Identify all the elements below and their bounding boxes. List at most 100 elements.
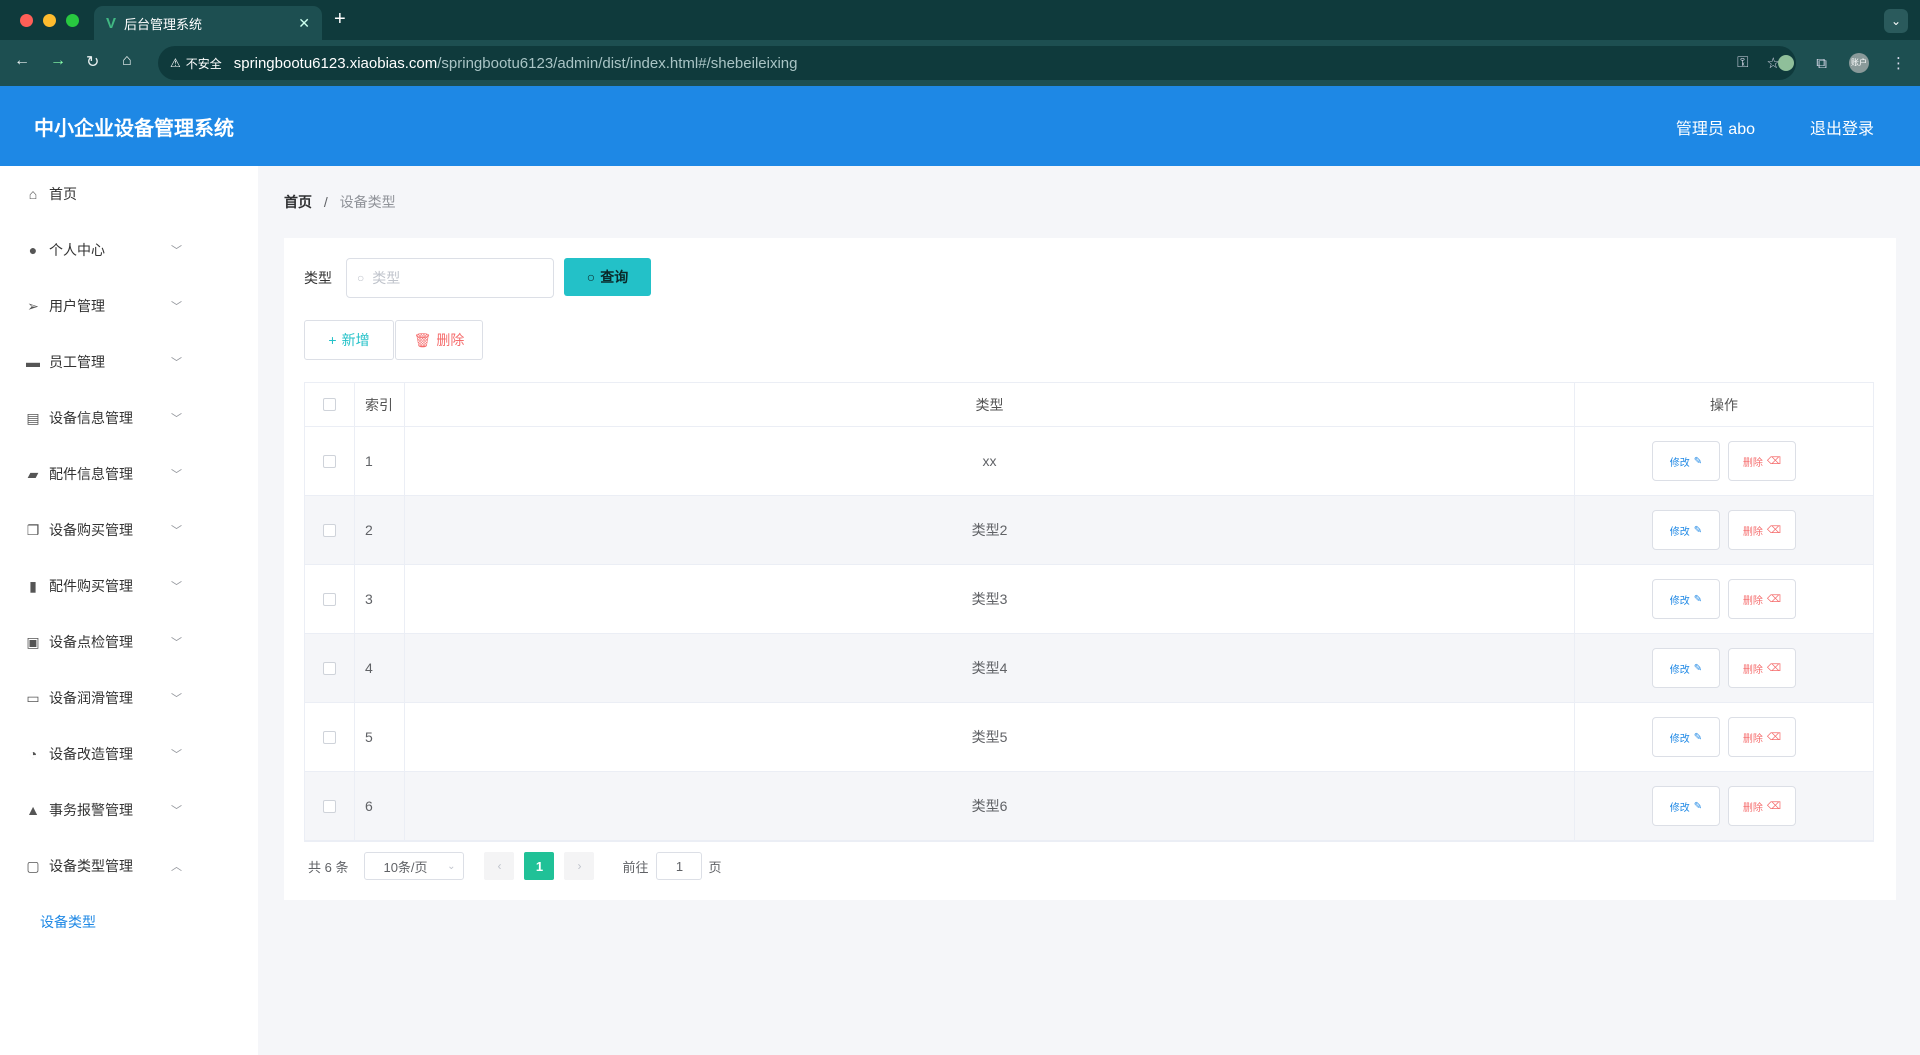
sidebar-item-0[interactable]: ⌂ 首页 [0, 166, 258, 222]
security-indicator[interactable]: ⚠ 不安全 [170, 55, 222, 72]
add-button[interactable]: + 新增 [304, 320, 394, 360]
query-button[interactable]: ○ 查询 [564, 258, 651, 296]
row-checkbox[interactable] [323, 661, 336, 675]
delete-button[interactable]: 删除 ⌫ [1728, 786, 1796, 826]
batch-delete-button[interactable]: 🗑︎ 删除 [395, 320, 483, 360]
chevron-down-icon: ⌄ [447, 860, 456, 872]
chat-icon: ▭ [26, 689, 40, 706]
puzzle-icon[interactable]: ⧉ [1816, 55, 1827, 72]
omnibox-icons: ⚿ ☆ [1737, 54, 1780, 72]
logout-button[interactable]: 退出登录 [1810, 115, 1874, 139]
sidebar-item-5[interactable]: ▰ 配件信息管理 ﹀ [0, 446, 258, 502]
sidebar-item-10[interactable]: ◔ 设备改造管理 ﹀ [0, 726, 258, 782]
page-suffix: 页 [708, 859, 722, 875]
tab-search-icon[interactable]: ⌄ [1884, 9, 1908, 33]
row-checkbox[interactable] [323, 592, 336, 606]
edit-button[interactable]: 修改 ✎ [1652, 717, 1720, 757]
row-checkbox[interactable] [323, 799, 336, 813]
trash-icon: 🗑︎ [413, 331, 432, 348]
sidebar-item-4[interactable]: ▤ 设备信息管理 ﹀ [0, 390, 258, 446]
page-size-select[interactable]: 10条/页 ⌄ [364, 852, 465, 880]
current-page[interactable]: 1 [524, 852, 555, 880]
bar-chart-icon: ▮ [29, 577, 37, 594]
delete-label: 删除 [1742, 664, 1763, 676]
row-check-cell [305, 703, 355, 771]
next-page-button[interactable]: › [564, 852, 595, 880]
delete-button[interactable]: 删除 ⌫ [1728, 717, 1796, 757]
chevron-down-icon: ﹀ [171, 301, 182, 313]
row-type: 类型3 [405, 565, 1575, 633]
delete-label: 删除 [1742, 802, 1763, 814]
delete-button[interactable]: 删除 ⌫ [1728, 441, 1796, 481]
maximize-window-button[interactable] [66, 14, 79, 27]
select-all-cell [305, 383, 355, 426]
delete-button[interactable]: 删除 ⌫ [1728, 579, 1796, 619]
row-index: 4 [355, 634, 405, 702]
edit-button[interactable]: 修改 ✎ [1652, 510, 1720, 550]
sidebar-item-8[interactable]: ▣ 设备点检管理 ﹀ [0, 614, 258, 670]
current-user: 管理员 abo [1675, 121, 1755, 138]
row-type: 类型2 [405, 496, 1575, 564]
home-browser-icon[interactable]: ⌂ [122, 52, 132, 70]
chevron-up-icon: ︿ [171, 861, 182, 873]
edit-icon: ✎ [1693, 593, 1703, 605]
close-window-button[interactable] [20, 14, 33, 27]
profile-avatar[interactable]: 账户 [1849, 53, 1869, 73]
row-checkbox[interactable] [323, 730, 336, 744]
edit-button[interactable]: 修改 ✎ [1652, 648, 1720, 688]
edit-button[interactable]: 修改 ✎ [1652, 786, 1720, 826]
search-label: 类型 [304, 270, 332, 286]
row-checkbox[interactable] [323, 523, 336, 537]
type-search-input[interactable]: ○ 类型 [346, 258, 554, 298]
trash-icon: ⌫ [1766, 593, 1782, 605]
chevron-down-icon: ﹀ [171, 525, 182, 537]
sidebar-subitem-device-type[interactable]: 设备类型 [0, 894, 258, 950]
sidebar-item-6[interactable]: ❐ 设备购买管理 ﹀ [0, 502, 258, 558]
new-tab-button[interactable]: + [334, 8, 346, 31]
sidebar-item-9[interactable]: ▭ 设备润滑管理 ﹀ [0, 670, 258, 726]
person-icon: ▲ [26, 802, 40, 818]
edit-label: 修改 [1669, 802, 1690, 814]
sidebar-item-label: 用户管理 [49, 298, 105, 314]
edit-button[interactable]: 修改 ✎ [1652, 579, 1720, 619]
goto-page-input[interactable]: 1 [656, 852, 703, 880]
browser-tab[interactable]: V 后台管理系统 ✕ [94, 6, 322, 40]
extension-icon[interactable] [1778, 55, 1795, 71]
minimize-window-button[interactable] [43, 14, 56, 27]
kebab-menu-icon[interactable]: ⋮ [1891, 54, 1906, 72]
close-tab-icon[interactable]: ✕ [298, 15, 310, 32]
edit-button[interactable]: 修改 ✎ [1652, 441, 1720, 481]
sidebar-item-label: 配件购买管理 [49, 578, 133, 594]
edit-icon: ✎ [1693, 662, 1703, 674]
extension-icons: ⧉ 账户 ⋮ [1778, 53, 1906, 73]
row-checkbox[interactable] [323, 454, 336, 468]
delete-button[interactable]: 删除 ⌫ [1728, 510, 1796, 550]
table-header-row: 索引 类型 操作 [305, 383, 1873, 427]
edit-icon: ✎ [1693, 455, 1703, 467]
row-index: 6 [355, 772, 405, 840]
postcard-icon: ▢ [26, 857, 40, 874]
address-bar[interactable]: ⚠ 不安全 springbootu6123.xiaobias.com /spri… [158, 46, 1796, 80]
sidebar-item-7[interactable]: ▮ 配件购买管理 ﹀ [0, 558, 258, 614]
row-type: 类型5 [405, 703, 1575, 771]
app-title: 中小企业设备管理系统 [34, 118, 234, 140]
prev-page-button[interactable]: ‹ [484, 852, 515, 880]
back-icon[interactable]: ← [14, 52, 30, 70]
delete-button-label: 删除 [436, 332, 465, 348]
clipboard-icon: ▤ [26, 409, 40, 426]
forward-icon[interactable]: → [50, 52, 66, 70]
reload-icon[interactable]: ↻ [86, 52, 99, 72]
breadcrumb-home[interactable]: 首页 [284, 194, 312, 210]
key-icon[interactable]: ⚿ [1737, 54, 1748, 72]
sidebar-item-12[interactable]: ▢ 设备类型管理 ︿ [0, 838, 258, 894]
sidebar-item-2[interactable]: ➢ 用户管理 ﹀ [0, 278, 258, 334]
select-all-checkbox[interactable] [323, 398, 336, 411]
sidebar-item-label: 设备改造管理 [49, 746, 133, 762]
sidebar-item-label: 配件信息管理 [49, 466, 133, 482]
sidebar-item-11[interactable]: ▲ 事务报警管理 ﹀ [0, 782, 258, 838]
sidebar-item-1[interactable]: ● 个人中心 ﹀ [0, 222, 258, 278]
table-row: 2 类型2 修改 ✎ 删除 ⌫ [305, 496, 1873, 565]
row-check-cell [305, 634, 355, 702]
delete-button[interactable]: 删除 ⌫ [1728, 648, 1796, 688]
sidebar-item-3[interactable]: ▬ 员工管理 ﹀ [0, 334, 258, 390]
